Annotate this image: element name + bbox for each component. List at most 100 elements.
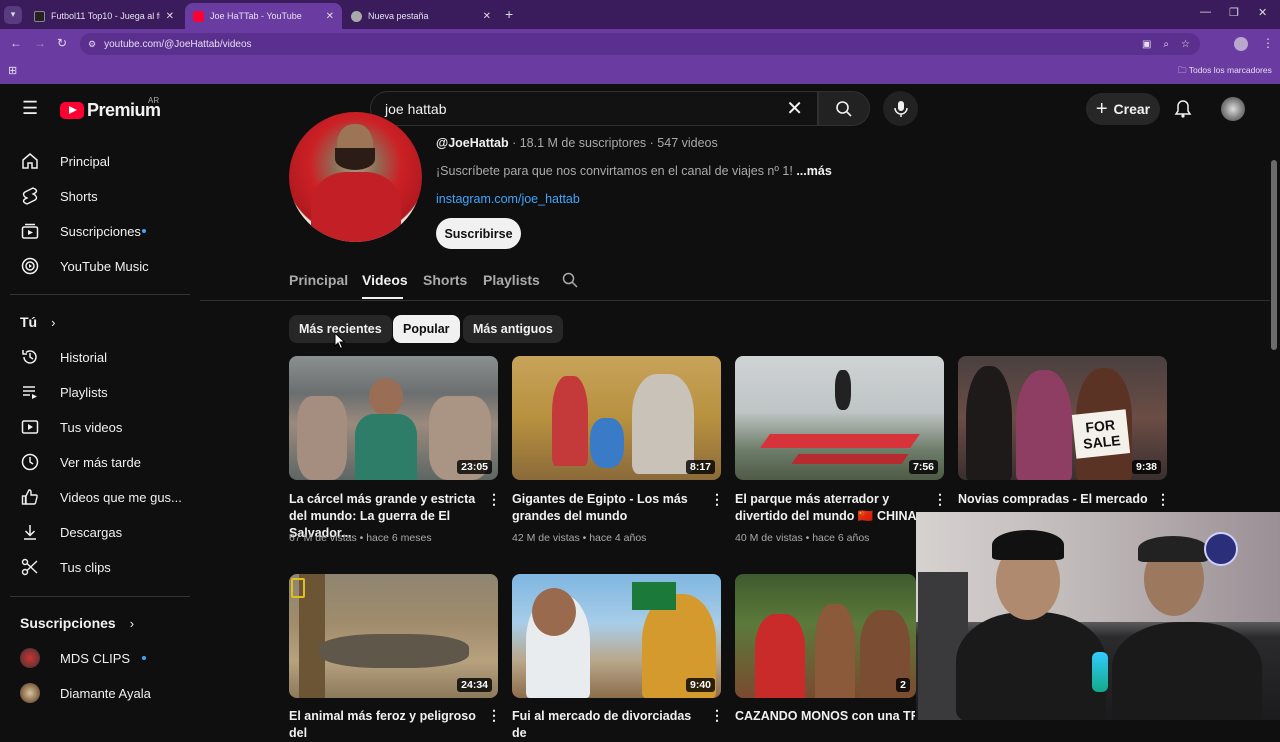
subscribe-button[interactable]: Suscribirse — [436, 218, 521, 249]
sidebar-item-playlists[interactable]: Playlists — [20, 380, 190, 404]
search-button[interactable] — [818, 91, 870, 126]
minimize-icon[interactable]: — — [1200, 6, 1211, 18]
omnibox[interactable]: ⚙ youtube.com/@JoeHattab/videos ▣ ⌕ ☆ — [80, 33, 1200, 55]
flag — [632, 582, 676, 610]
new-content-dot — [142, 229, 146, 233]
clock-icon — [20, 452, 40, 472]
youtube-logo[interactable]: Premium AR — [60, 96, 161, 121]
tab-videos[interactable]: Videos — [362, 272, 408, 288]
video-thumbnail[interactable]: 2 — [735, 574, 916, 698]
chip-popular[interactable]: Popular — [393, 315, 460, 343]
sidebar-item-shorts[interactable]: Shorts — [20, 184, 190, 208]
tab-shorts[interactable]: Shorts — [423, 272, 467, 288]
channel-avatar — [20, 683, 40, 703]
video-title[interactable]: Gigantes de Egipto - Los más grandes del… — [512, 491, 702, 525]
video-title[interactable]: El parque más aterrador y divertido del … — [735, 491, 925, 525]
streamer-hair — [1138, 536, 1208, 562]
close-tab-icon[interactable]: ✕ — [483, 11, 491, 22]
more-link[interactable]: ...más — [796, 164, 831, 178]
notifications-bell-icon[interactable] — [1173, 99, 1193, 119]
channel-description[interactable]: ¡Suscríbete para que nos convirtamos en … — [436, 164, 832, 178]
video-title[interactable]: Novias compradas - El mercado de — [958, 491, 1153, 508]
folder-icon: 🗀 — [1178, 65, 1189, 75]
sidebar-item-your-videos[interactable]: Tus videos — [20, 415, 190, 439]
video-menu-icon[interactable]: ⋮ — [1156, 491, 1170, 508]
sidebar-item-watch-later[interactable]: Ver más tarde — [20, 450, 190, 474]
reload-icon[interactable]: ↻ — [57, 36, 67, 50]
bookmark-star-icon[interactable]: ☆ — [1181, 39, 1190, 50]
sidebar-item-your-clips[interactable]: Tus clips — [20, 555, 190, 579]
video-title[interactable]: El animal más feroz y peligroso del — [289, 708, 479, 742]
for-sale-sign: FOR SALE — [1071, 409, 1131, 459]
history-icon — [20, 347, 40, 367]
tab-home[interactable]: Principal — [289, 272, 348, 288]
install-app-icon[interactable]: ▣ — [1142, 39, 1151, 50]
person-small — [590, 418, 624, 468]
sidebar-item-downloads[interactable]: Descargas — [20, 520, 190, 544]
sidebar-item-liked-videos[interactable]: Videos que me gus... — [20, 485, 190, 509]
room-wall — [916, 512, 1280, 622]
video-thumbnail[interactable]: 23:05 — [289, 356, 498, 480]
playlist-icon — [20, 382, 40, 402]
sidebar-sub-mds-clips[interactable]: MDS CLIPS — [20, 646, 190, 670]
browser-menu-icon[interactable]: ⋮ — [1262, 36, 1274, 50]
zoom-icon[interactable]: ⌕ — [1163, 39, 1169, 50]
browser-tab-youtube[interactable]: Joe HaTTab - YouTube ✕ — [185, 3, 342, 29]
profile-avatar[interactable] — [1234, 37, 1248, 51]
video-menu-icon[interactable]: ⋮ — [487, 491, 501, 508]
back-icon[interactable]: ← — [10, 36, 22, 50]
sidebar-item-home[interactable]: Principal — [20, 149, 190, 173]
search-icon — [836, 100, 852, 117]
browser-tab-new[interactable]: Nueva pestaña ✕ — [343, 3, 499, 29]
site-info-icon[interactable]: ⚙ — [88, 39, 96, 50]
url-text: youtube.com/@JoeHattab/videos — [104, 38, 252, 50]
close-window-icon[interactable]: ✕ — [1258, 6, 1267, 19]
search-input[interactable]: joe hattab ✕ — [370, 91, 818, 126]
create-button[interactable]: + Crear — [1086, 93, 1160, 125]
video-thumbnail[interactable]: 8:17 — [512, 356, 721, 480]
mds-logo-sticker — [1204, 532, 1238, 566]
video-thumbnail[interactable]: FOR SALE 9:38 — [958, 356, 1167, 480]
hamburger-menu-icon[interactable]: ☰ — [22, 99, 38, 117]
music-icon — [20, 256, 40, 276]
all-bookmarks[interactable]: 🗀 Todos los marcadores — [1178, 65, 1272, 79]
apps-grid-icon[interactable]: ⊞ — [8, 64, 17, 77]
channel-search-icon[interactable] — [562, 272, 578, 288]
video-meta: 67 M de vistas • hace 6 meses — [289, 532, 432, 544]
video-menu-icon[interactable]: ⋮ — [710, 707, 724, 724]
clear-search-icon[interactable]: ✕ — [786, 96, 803, 121]
tab-search-button[interactable]: ▾ — [4, 5, 22, 24]
subscriptions-icon — [20, 221, 40, 241]
sidebar-sub-diamante-ayala[interactable]: Diamante Ayala — [20, 681, 190, 705]
channel-link[interactable]: instagram.com/joe_hattab — [436, 192, 580, 206]
page-scrollbar[interactable] — [1271, 160, 1277, 350]
channel-handle: @JoeHattab — [436, 136, 509, 150]
chip-oldest[interactable]: Más antiguos — [463, 315, 563, 343]
forward-icon[interactable]: → — [34, 36, 46, 50]
video-title[interactable]: Fui al mercado de divorciadas de — [512, 708, 702, 742]
like-icon — [20, 487, 40, 507]
sidebar-item-youtube-music[interactable]: YouTube Music — [20, 254, 190, 278]
channel-avatar-large[interactable] — [289, 112, 422, 242]
video-title[interactable]: CAZANDO MONOS con una TRIBU — [735, 708, 915, 725]
close-tab-icon[interactable]: ✕ — [166, 11, 174, 22]
browser-tab-futbol11[interactable]: Futbol11 Top10 - Juega al fútbol ✕ — [26, 3, 182, 29]
video-menu-icon[interactable]: ⋮ — [487, 707, 501, 724]
tab-playlists[interactable]: Playlists — [483, 272, 540, 288]
video-meta: 42 M de vistas • hace 4 años — [512, 532, 647, 544]
plus-icon: + — [1095, 97, 1108, 120]
video-menu-icon[interactable]: ⋮ — [933, 491, 947, 508]
account-avatar[interactable] — [1221, 97, 1245, 121]
voice-search-button[interactable] — [883, 91, 918, 126]
restore-icon[interactable]: ❐ — [1229, 6, 1239, 19]
video-thumbnail[interactable]: 7:56 — [735, 356, 944, 480]
video-menu-icon[interactable]: ⋮ — [710, 491, 724, 508]
sidebar-subscriptions-heading[interactable]: Suscripciones › — [20, 615, 134, 631]
sidebar-you-heading[interactable]: Tú › — [20, 314, 55, 330]
video-thumbnail[interactable]: 24:34 — [289, 574, 498, 698]
video-thumbnail[interactable]: 9:40 — [512, 574, 721, 698]
sidebar-item-subscriptions[interactable]: Suscripciones — [20, 219, 190, 243]
close-tab-icon[interactable]: ✕ — [326, 11, 334, 22]
new-tab-button[interactable]: + — [505, 6, 513, 22]
sidebar-item-history[interactable]: Historial — [20, 345, 190, 369]
